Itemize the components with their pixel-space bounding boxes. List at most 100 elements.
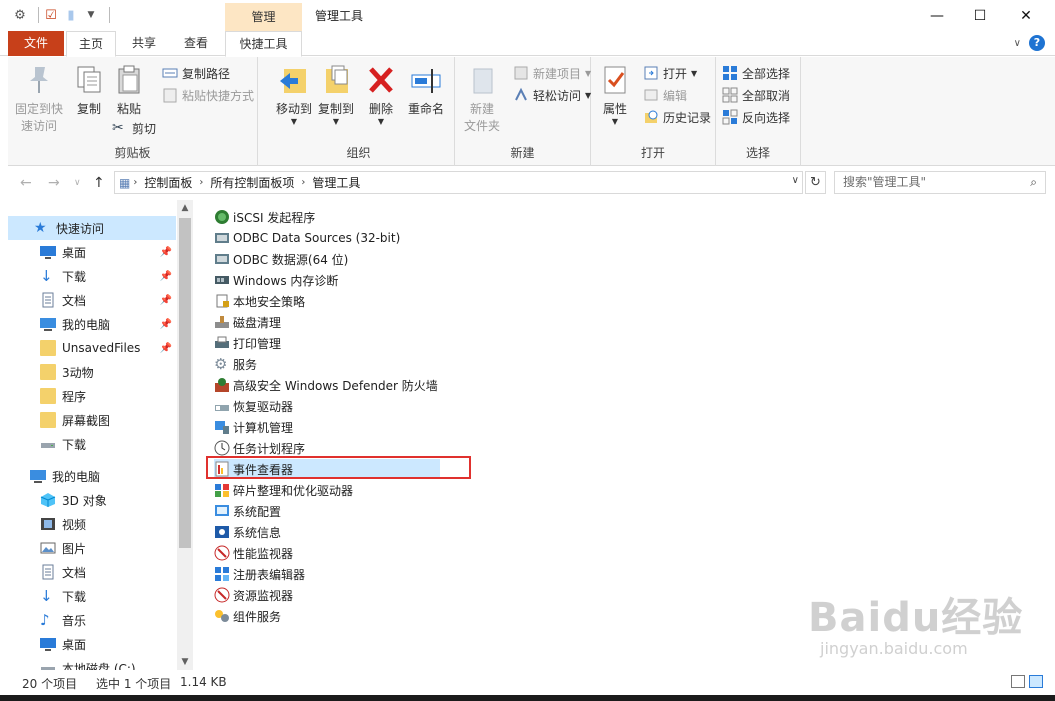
nav-item-this-pc[interactable]: 我的电脑 [8,464,176,488]
close-button[interactable]: ✕ [1003,0,1049,31]
file-item-memory-diagnostic[interactable]: Windows 内存诊断 [214,270,440,290]
file-item-registry-editor[interactable]: 注册表编辑器 [214,564,440,584]
cut-button[interactable]: ✂ 剪切 [112,118,156,138]
file-item-component-services[interactable]: 组件服务 [214,606,440,626]
nav-item-3d-objects[interactable]: 3D 对象 [8,488,176,512]
edit-button[interactable]: 编辑 [643,85,687,105]
file-item-label: Windows 内存诊断 [233,273,339,288]
file-item-firewall[interactable]: 高级安全 Windows Defender 防火墙 [214,375,440,395]
defrag-icon [214,482,230,498]
tab-file[interactable]: 文件 [8,31,64,56]
file-item-computer-management[interactable]: 计算机管理 [214,417,440,437]
properties-gear-icon[interactable]: ⚙ [12,7,28,23]
tab-share[interactable]: 共享 [120,31,168,56]
breadcrumb-segment[interactable]: 控制面板 [140,174,196,191]
recent-locations-icon[interactable]: ∨ [74,178,81,188]
select-none-button[interactable]: 全部取消 [722,85,790,105]
file-item-disk-cleanup[interactable]: 磁盘清理 [214,312,440,332]
nav-item-label: 文档 [62,565,87,580]
address-dropdown-icon[interactable]: ∨ [792,175,799,186]
file-item-performance-monitor[interactable]: 性能监视器 [214,543,440,563]
nav-pane-scrollbar[interactable]: ▲ ▼ [177,200,193,670]
file-item-odbc-32[interactable]: ODBC Data Sources (32-bit) [214,228,440,248]
collapse-ribbon-icon[interactable]: ∨ [1014,38,1021,49]
minimize-button[interactable]: — [914,0,960,31]
delete-button[interactable]: 删除 ▼ [359,63,403,126]
nav-item-music[interactable]: ♪ 音乐 [8,608,176,632]
pin-to-quick-access-button[interactable]: 固定到快 速访问 [12,63,66,135]
new-item-button[interactable]: 新建项目 ▼ [513,63,591,83]
tab-view[interactable]: 查看 [172,31,220,56]
file-item-local-security-policy[interactable]: 本地安全策略 [214,291,440,311]
rename-button[interactable]: 重命名 [401,63,451,118]
easy-access-button[interactable]: 轻松访问 ▼ [513,85,591,105]
invert-selection-button[interactable]: 反向选择 [722,107,790,127]
select-all-button[interactable]: 全部选择 [722,63,790,83]
breadcrumb-segment[interactable]: 管理工具 [308,174,364,191]
nav-item-videos[interactable]: 视频 [8,512,176,536]
properties-button[interactable]: 属性 ▼ [591,63,639,126]
nav-item-documents[interactable]: 文档 📌 [8,288,176,312]
file-item-odbc-64[interactable]: ODBC 数据源(64 位) [214,249,440,269]
file-item-print-management[interactable]: 打印管理 [214,333,440,353]
paste-shortcut-button[interactable]: 粘贴快捷方式 [162,85,254,105]
scroll-up-arrow-icon[interactable]: ▲ [177,200,193,216]
file-item-system-information[interactable]: 系统信息 [214,522,440,542]
select-group: 全部选择 全部取消 反向选择 选择 [716,57,801,166]
nav-item-local-disk-c[interactable]: 本地磁盘 (C:) [8,656,176,670]
details-view-icon[interactable] [1011,675,1025,688]
nav-item-my-computer[interactable]: 我的电脑 📌 [8,312,176,336]
nav-item-unsavedfiles[interactable]: UnsavedFiles 📌 [8,336,176,360]
copy-path-button[interactable]: 复制路径 [162,63,230,83]
paste-button[interactable]: 粘贴 [102,63,156,118]
annotation-highlight-box [206,456,471,479]
clock-icon [214,440,230,456]
file-item-recovery-drive[interactable]: 恢复驱动器 [214,396,440,416]
search-icon[interactable]: ⌕ [1030,172,1037,193]
file-item-iscsi[interactable]: iSCSI 发起程序 [214,207,440,227]
maximize-button[interactable]: ☐ [957,0,1003,31]
search-input[interactable]: 搜索"管理工具" ⌕ [834,171,1046,194]
invert-selection-label: 反向选择 [742,110,791,125]
open-button[interactable]: 打开 ▼ [643,63,697,83]
copy-to-button[interactable]: 复制到 ▼ [309,63,363,126]
nav-item-pictures[interactable]: 图片 [8,536,176,560]
up-arrow-icon[interactable]: ↑ [93,175,105,191]
tab-shortcut-tools[interactable]: 快捷工具 [225,31,302,57]
help-icon[interactable]: ? [1029,35,1045,51]
new-folder-icon[interactable]: ▮ [63,7,79,23]
file-item-services[interactable]: ⚙ 服务 [214,354,440,374]
address-bar[interactable]: ▦ › 控制面板 › 所有控制面板项 › 管理工具 ∨ [114,171,803,194]
scroll-down-arrow-icon[interactable]: ▼ [177,654,193,670]
nav-item-desktop-pc[interactable]: 桌面 [8,632,176,656]
nav-item-downloads[interactable]: ↓ 下载 📌 [8,264,176,288]
refresh-icon[interactable]: ↻ [805,171,826,194]
new-folder-button[interactable]: 新建 文件夹 [455,63,509,135]
back-arrow-icon[interactable]: ← [20,175,32,191]
file-item-task-scheduler[interactable]: 任务计划程序 [214,438,440,458]
history-button[interactable]: 历史记录 [643,107,711,127]
tab-home[interactable]: 主页 [66,31,116,57]
address-chevron-icon[interactable]: › [196,177,206,188]
qat-dropdown-icon[interactable]: ▼ [83,7,99,23]
file-item-system-configuration[interactable]: 系统配置 [214,501,440,521]
nav-item-3-animals[interactable]: 3动物 [8,360,176,384]
forward-arrow-icon[interactable]: → [48,175,60,191]
nav-item-desktop[interactable]: 桌面 📌 [8,240,176,264]
nav-item-downloads-pc[interactable]: ↓ 下载 [8,584,176,608]
file-item-defragment[interactable]: 碎片整理和优化驱动器 [214,480,440,500]
nav-item-quick-access[interactable]: ★ 快速访问 [8,216,176,240]
nav-item-programs[interactable]: 程序 [8,384,176,408]
address-chevron-icon[interactable]: › [130,177,140,188]
checkmark-properties-icon[interactable]: ☑ [43,7,59,23]
file-item-resource-monitor[interactable]: 资源监视器 [214,585,440,605]
nav-item-documents-pc[interactable]: 文档 [8,560,176,584]
nav-item-download-drive[interactable]: 下载 [8,432,176,456]
list-view-icon[interactable] [1029,675,1043,688]
properties-icon [599,63,631,97]
address-chevron-icon[interactable]: › [298,177,308,188]
scrollbar-thumb[interactable] [179,218,191,548]
breadcrumb-segment[interactable]: 所有控制面板项 [206,174,298,191]
nav-item-screenshots[interactable]: 屏幕截图 [8,408,176,432]
cut-label: 剪切 [132,121,157,136]
